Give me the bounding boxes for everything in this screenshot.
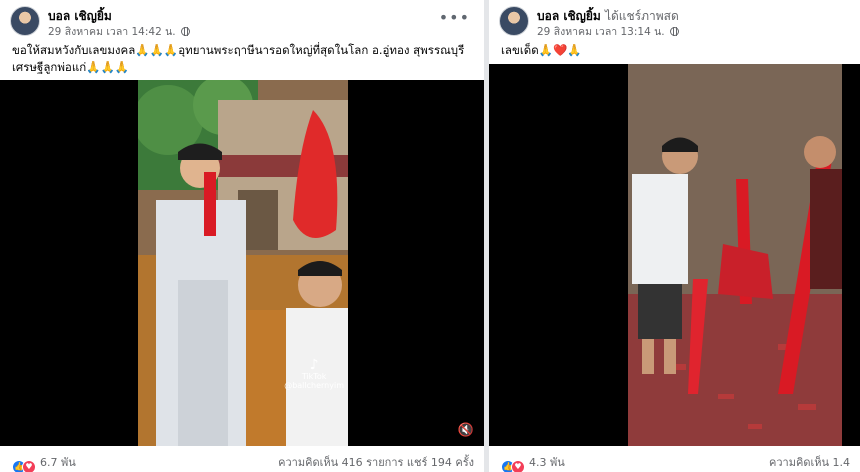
post-header: บอล เชิญยิ้ม 29 สิงหาคม เวลา 14:42 น. ••… — [10, 6, 474, 38]
reaction-count: 4.3 พัน — [529, 456, 565, 469]
video-still — [628, 64, 842, 446]
post-header: บอล เชิญยิ้ม ได้แชร์ภาพสด 29 สิงหาคม เวล… — [499, 6, 850, 38]
post-caption: ขอให้สมหวังกับเลขมงคล🙏🙏🙏อุทยานพระฤาษีนาร… — [12, 43, 465, 74]
video-frame — [628, 64, 842, 446]
tiktok-handle: @ballchernyim — [284, 381, 344, 390]
video-frame: ♪ TikTok @ballchernyim — [138, 80, 348, 446]
more-options-icon[interactable]: ••• — [439, 8, 470, 27]
post-left: บอล เชิญยิ้ม 29 สิงหาคม เวลา 14:42 น. ••… — [0, 0, 484, 472]
post-meta: 29 สิงหาคม เวลา 14:42 น. — [48, 23, 190, 40]
timestamp[interactable]: 29 สิงหาคม เวลา 13:14 น. — [537, 26, 665, 38]
post-footer: 👍♥ 4.3 พัน ความคิดเห็น 1.4 — [501, 452, 850, 472]
love-reaction-icon: ♥ — [22, 460, 36, 472]
globe-icon — [669, 27, 679, 36]
shared-live-text: ได้แชร์ภาพสด — [604, 9, 679, 23]
post-meta: 29 สิงหาคม เวลา 13:14 น. — [537, 23, 679, 40]
post-caption: เลขเด็ด🙏❤️🙏 — [501, 43, 582, 57]
speaker-muted-icon[interactable]: 🔇 — [458, 423, 474, 438]
reaction-count: 6.7 พัน — [40, 456, 76, 469]
post-stats[interactable]: ความคิดเห็น 1.4 — [769, 453, 850, 471]
avatar[interactable] — [10, 6, 40, 36]
video-still — [138, 80, 348, 446]
post-video[interactable] — [489, 64, 860, 446]
post-video[interactable]: ♪ TikTok @ballchernyim 🔇 — [0, 80, 484, 446]
reactions[interactable]: 👍♥ 6.7 พัน — [12, 453, 76, 472]
post-right: บอล เชิญยิ้ม ได้แชร์ภาพสด 29 สิงหาคม เวล… — [489, 0, 860, 472]
post-stats[interactable]: ความคิดเห็น 416 รายการ แชร์ 194 ครั้ง — [278, 453, 474, 471]
author-name[interactable]: บอล เชิญยิ้ม — [537, 9, 601, 23]
tiktok-logo: ♪ TikTok @ballchernyim — [284, 357, 344, 390]
post-footer: 👍♥ 6.7 พัน ความคิดเห็น 416 รายการ แชร์ 19… — [12, 452, 474, 472]
avatar[interactable] — [499, 6, 529, 36]
timestamp[interactable]: 29 สิงหาคม เวลา 14:42 น. — [48, 26, 176, 38]
tiktok-label: TikTok — [301, 372, 327, 381]
love-reaction-icon: ♥ — [511, 460, 525, 472]
reactions[interactable]: 👍♥ 4.3 พัน — [501, 453, 565, 472]
globe-icon — [180, 27, 190, 36]
